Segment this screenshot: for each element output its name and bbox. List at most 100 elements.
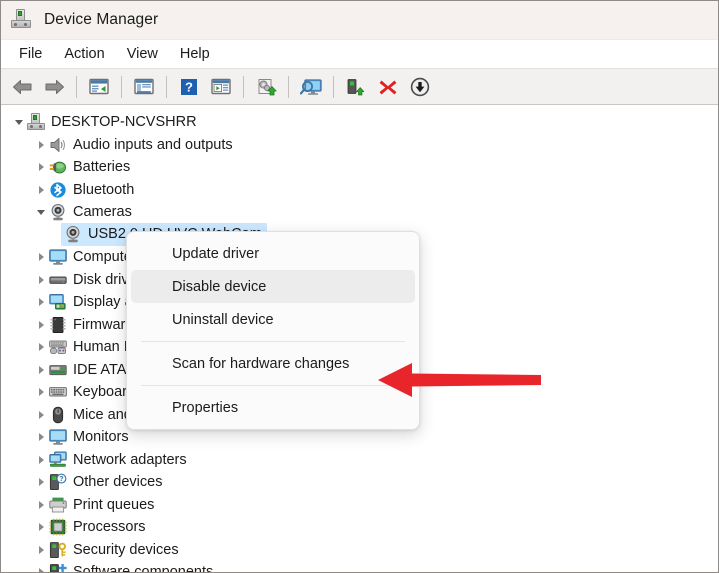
back-icon[interactable] bbox=[7, 73, 37, 101]
tree-item-batteries[interactable]: Batteries bbox=[1, 156, 718, 179]
chevron-right-icon[interactable] bbox=[33, 294, 49, 310]
enable-device-icon[interactable] bbox=[341, 73, 371, 101]
tree-item-audio-inputs-and-outputs[interactable]: Audio inputs and outputs bbox=[1, 134, 718, 157]
context-menu-item-scan-for-hardware-changes[interactable]: Scan for hardware changes bbox=[131, 347, 415, 380]
chevron-right-icon[interactable] bbox=[33, 159, 49, 175]
title-bar: Device Manager bbox=[1, 1, 718, 40]
menu-item-file[interactable]: File bbox=[8, 43, 53, 65]
chevron-right-icon[interactable] bbox=[33, 249, 49, 265]
tree-item-label: Batteries bbox=[73, 159, 131, 175]
context-menu-item-update-driver[interactable]: Update driver bbox=[131, 237, 415, 270]
tree-item-processors[interactable]: Processors bbox=[1, 516, 718, 539]
tree-item-software-components[interactable]: Software components bbox=[1, 561, 718, 572]
tree-item-label: DESKTOP-NCVSHRR bbox=[51, 114, 197, 130]
tree-item-label: Audio inputs and outputs bbox=[73, 136, 233, 153]
menu-item-help[interactable]: Help bbox=[169, 43, 221, 65]
properties-icon[interactable] bbox=[206, 73, 236, 101]
svg-text:?: ? bbox=[59, 476, 63, 483]
tree-item-other-devices[interactable]: ? Other devices bbox=[1, 471, 718, 494]
chevron-right-icon[interactable] bbox=[33, 429, 49, 445]
scan-hardware-changes-icon[interactable] bbox=[296, 73, 326, 101]
enable-device-glyph bbox=[347, 78, 365, 95]
console-window-glyph bbox=[89, 78, 109, 95]
disk-drive-icon bbox=[49, 271, 67, 289]
monitor-icon bbox=[49, 428, 67, 446]
play-window-glyph bbox=[211, 78, 231, 95]
chevron-right-icon[interactable] bbox=[33, 407, 49, 423]
display-adapter-icon bbox=[49, 293, 67, 311]
forward-arrow-glyph bbox=[45, 79, 64, 94]
disable-device-icon[interactable] bbox=[405, 73, 435, 101]
back-arrow-glyph bbox=[12, 79, 31, 94]
tree-item-label: Security devices bbox=[73, 541, 179, 558]
scan-monitor-glyph bbox=[300, 78, 322, 95]
tree-item-root[interactable]: DESKTOP-NCVSHRR bbox=[1, 111, 718, 134]
tree-item-cameras[interactable]: Cameras bbox=[1, 201, 718, 224]
tree-item-print-queues[interactable]: Print queues bbox=[1, 494, 718, 517]
monitor-icon bbox=[49, 248, 67, 266]
tree-item-label: Network adapters bbox=[73, 451, 187, 468]
keyboard-icon bbox=[49, 383, 67, 401]
chevron-down-icon[interactable] bbox=[33, 204, 49, 220]
tree-item-network-adapters[interactable]: Network adapters bbox=[1, 449, 718, 472]
toolbar-separator bbox=[333, 75, 334, 98]
context-menu-item-uninstall-device[interactable]: Uninstall device bbox=[131, 303, 415, 336]
tree-item-label: Firmware bbox=[73, 316, 134, 333]
chevron-right-icon[interactable] bbox=[33, 452, 49, 468]
menu-item-action[interactable]: Action bbox=[53, 43, 115, 65]
processor-icon bbox=[49, 518, 67, 536]
forward-icon[interactable] bbox=[39, 73, 69, 101]
up-one-level-icon[interactable] bbox=[84, 73, 114, 101]
unknown-device-icon: ? bbox=[49, 473, 67, 491]
chevron-right-icon[interactable] bbox=[33, 272, 49, 288]
down-arrow-circle-glyph bbox=[410, 77, 430, 96]
chevron-right-icon[interactable] bbox=[33, 362, 49, 378]
show-hide-console-tree-icon[interactable] bbox=[129, 73, 159, 101]
security-device-icon bbox=[49, 541, 67, 559]
chevron-right-icon[interactable] bbox=[33, 137, 49, 153]
bluetooth-icon bbox=[49, 181, 67, 199]
chevron-right-icon[interactable] bbox=[33, 519, 49, 535]
ide-controller-icon bbox=[49, 361, 67, 379]
tree-item-label: Print queues bbox=[73, 496, 155, 513]
toolbar: ? bbox=[1, 69, 718, 105]
red-x-glyph bbox=[379, 80, 397, 94]
chevron-right-icon[interactable] bbox=[33, 182, 49, 198]
chevron-right-icon[interactable] bbox=[33, 317, 49, 333]
toolbar-separator bbox=[121, 75, 122, 98]
chevron-right-icon[interactable] bbox=[33, 474, 49, 490]
uninstall-device-icon[interactable] bbox=[373, 73, 403, 101]
question-mark-glyph: ? bbox=[181, 78, 197, 95]
context-menu[interactable]: Update driver Disable device Uninstall d… bbox=[126, 231, 420, 430]
toolbar-separator bbox=[288, 75, 289, 98]
device-tree-panel[interactable]: DESKTOP-NCVSHRR Audio inputs and outputs… bbox=[1, 105, 718, 572]
help-icon[interactable]: ? bbox=[174, 73, 204, 101]
context-menu-separator bbox=[141, 341, 405, 342]
update-driver-icon[interactable] bbox=[251, 73, 281, 101]
software-component-icon bbox=[49, 563, 67, 572]
tree-item-label: Processors bbox=[73, 519, 146, 535]
chevron-right-icon[interactable] bbox=[33, 564, 49, 572]
menu-item-view[interactable]: View bbox=[116, 43, 169, 65]
tree-item-bluetooth[interactable]: Bluetooth bbox=[1, 179, 718, 202]
camera-icon bbox=[64, 225, 82, 243]
printer-icon bbox=[49, 496, 67, 514]
context-menu-item-disable-device[interactable]: Disable device bbox=[131, 270, 415, 303]
svg-text:?: ? bbox=[185, 79, 193, 94]
toolbar-separator bbox=[166, 75, 167, 98]
battery-icon bbox=[49, 158, 67, 176]
chevron-down-icon[interactable] bbox=[11, 114, 27, 130]
chip-icon bbox=[49, 316, 67, 334]
camera-icon bbox=[49, 203, 67, 221]
chevron-right-icon[interactable] bbox=[33, 497, 49, 513]
chevron-right-icon[interactable] bbox=[33, 542, 49, 558]
context-menu-item-properties[interactable]: Properties bbox=[131, 391, 415, 424]
tree-item-label: Software components bbox=[73, 564, 214, 572]
tree-item-label: Other devices bbox=[73, 474, 163, 490]
chevron-right-icon[interactable] bbox=[33, 339, 49, 355]
tree-item-security-devices[interactable]: Security devices bbox=[1, 539, 718, 562]
chevron-right-icon[interactable] bbox=[33, 384, 49, 400]
context-menu-separator bbox=[141, 385, 405, 386]
hid-icon bbox=[49, 338, 67, 356]
tree-item-label: Bluetooth bbox=[73, 181, 135, 198]
